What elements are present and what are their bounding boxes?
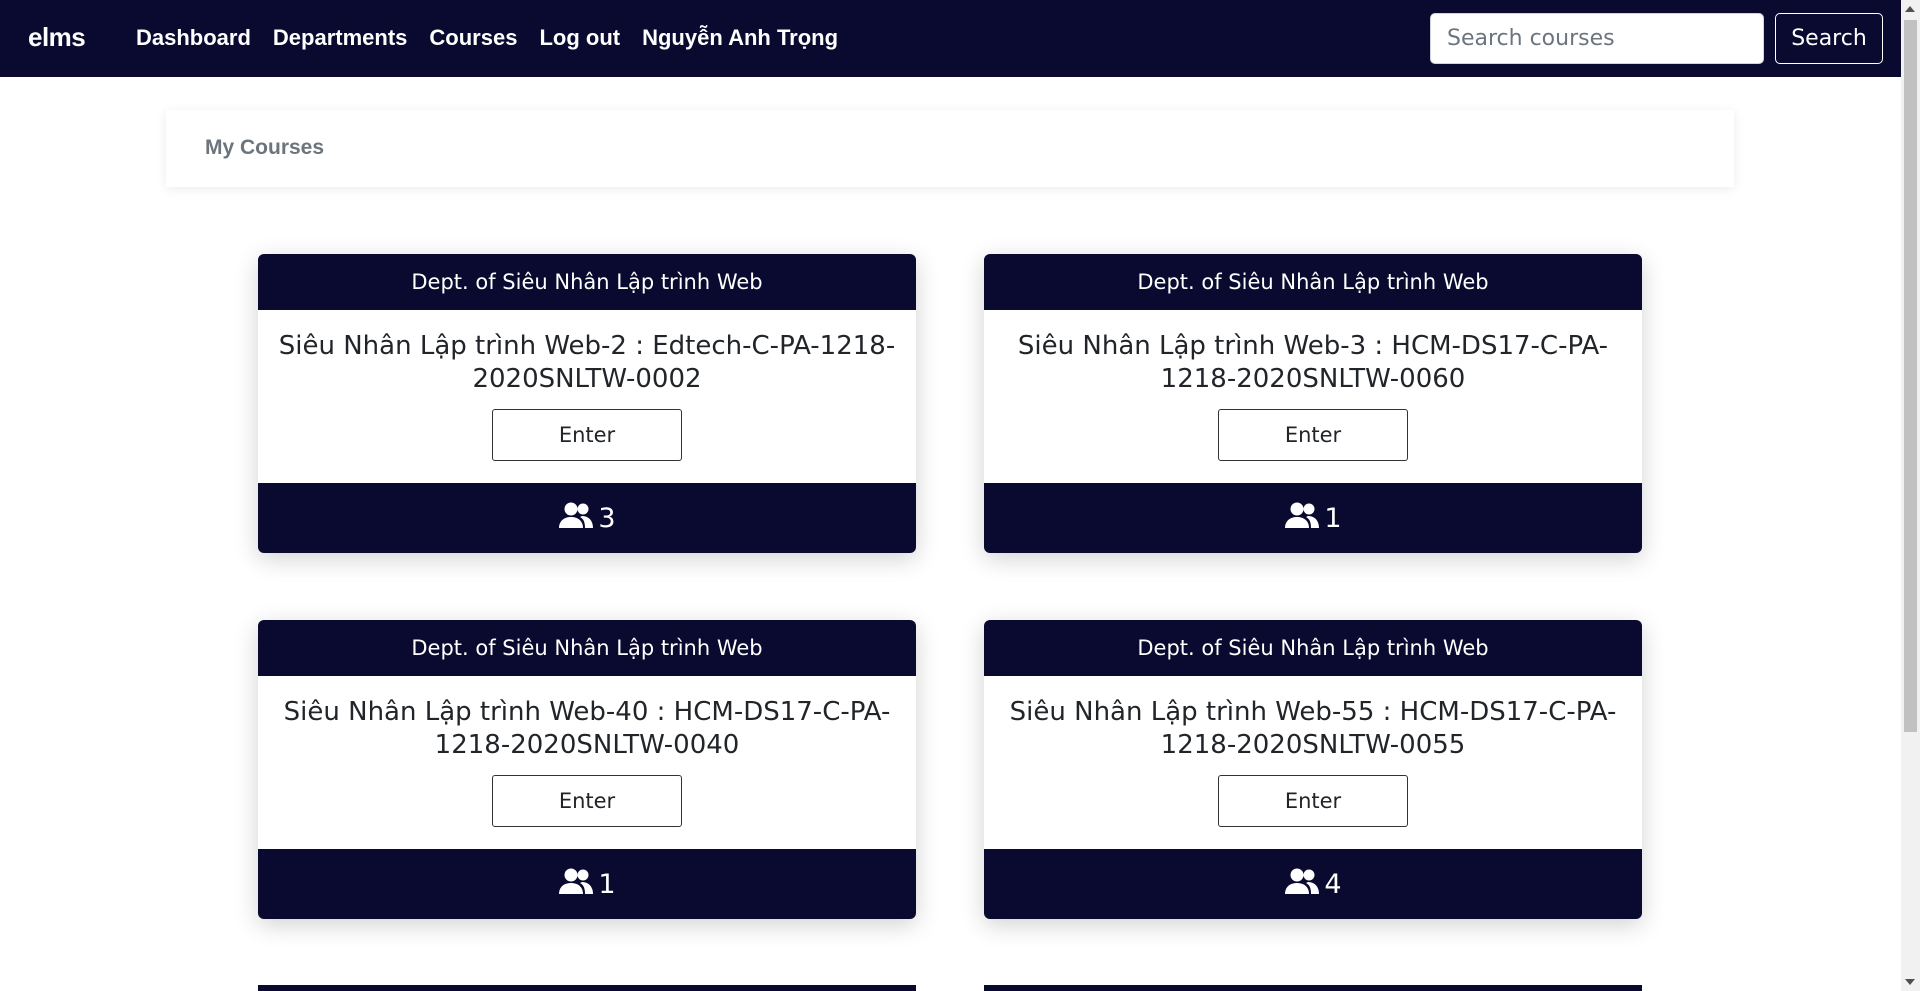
search-button[interactable]: Search [1775,13,1883,64]
users-icon [1284,501,1320,536]
course-footer: 4 [984,849,1642,919]
course-footer: 1 [984,483,1642,553]
enter-course-button[interactable]: Enter [1218,409,1408,461]
course-card: Dept. of Siêu Nhân Lập trình Web Siêu Nh… [984,254,1642,553]
brand-logo[interactable]: elms [28,22,86,53]
enter-course-button[interactable]: Enter [1218,775,1408,827]
course-card-body: Siêu Nhân Lập trình Web-55 : HCM-DS17-C-… [984,676,1642,849]
scroll-thumb[interactable] [1904,20,1917,732]
search-input[interactable] [1430,13,1764,64]
course-title: Siêu Nhân Lập trình Web-2 : Edtech-C-PA-… [278,331,896,394]
course-card: Dept. of Siêu Nhân Lập trình Web Siêu Nh… [984,620,1642,919]
member-count: 3 [598,502,616,534]
breadcrumb: My Courses [166,110,1734,187]
users-icon [558,501,594,536]
course-department: Dept. of Siêu Nhân Lập trình Web [258,254,916,310]
nav-link-departments[interactable]: Departments [273,25,407,51]
top-navbar: elms Dashboard Departments Courses Log o… [0,0,1901,77]
nav-link-dashboard[interactable]: Dashboard [136,25,251,51]
page-scrollbar[interactable] [1901,0,1920,991]
course-card-body: Siêu Nhân Lập trình Web-3 : HCM-DS17-C-P… [984,310,1642,483]
course-card-body: Siêu Nhân Lập trình Web-40 : HCM-DS17-C-… [258,676,916,849]
scroll-up-arrow-icon[interactable] [1905,6,1915,12]
course-department: Dept. of Siêu Nhân Lập trình Web [984,254,1642,310]
nav-links: Dashboard Departments Courses Log out Ng… [136,25,860,51]
course-card-partial [984,985,1642,991]
course-title: Siêu Nhân Lập trình Web-3 : HCM-DS17-C-P… [1017,331,1609,394]
users-icon [558,867,594,902]
member-count: 1 [1324,502,1342,534]
course-card-partial [258,985,916,991]
scroll-down-arrow-icon[interactable] [1905,979,1915,985]
course-footer: 3 [258,483,916,553]
enter-course-button[interactable]: Enter [492,409,682,461]
course-card-body: Siêu Nhân Lập trình Web-2 : Edtech-C-PA-… [258,310,916,483]
course-department: Dept. of Siêu Nhân Lập trình Web [984,620,1642,676]
course-title: Siêu Nhân Lập trình Web-55 : HCM-DS17-C-… [1009,697,1617,760]
page-title: My Courses [205,136,325,159]
member-count: 1 [598,868,616,900]
course-card: Dept. of Siêu Nhân Lập trình Web Siêu Nh… [258,254,916,553]
users-icon [1284,867,1320,902]
enter-course-button[interactable]: Enter [492,775,682,827]
course-department: Dept. of Siêu Nhân Lập trình Web [258,620,916,676]
course-card: Dept. of Siêu Nhân Lập trình Web Siêu Nh… [258,620,916,919]
course-title: Siêu Nhân Lập trình Web-40 : HCM-DS17-C-… [283,697,891,760]
nav-link-courses[interactable]: Courses [429,25,517,51]
nav-link-logout[interactable]: Log out [539,25,620,51]
member-count: 4 [1324,868,1342,900]
course-footer: 1 [258,849,916,919]
nav-link-profile[interactable]: Nguyễn Anh Trọng [642,25,838,51]
